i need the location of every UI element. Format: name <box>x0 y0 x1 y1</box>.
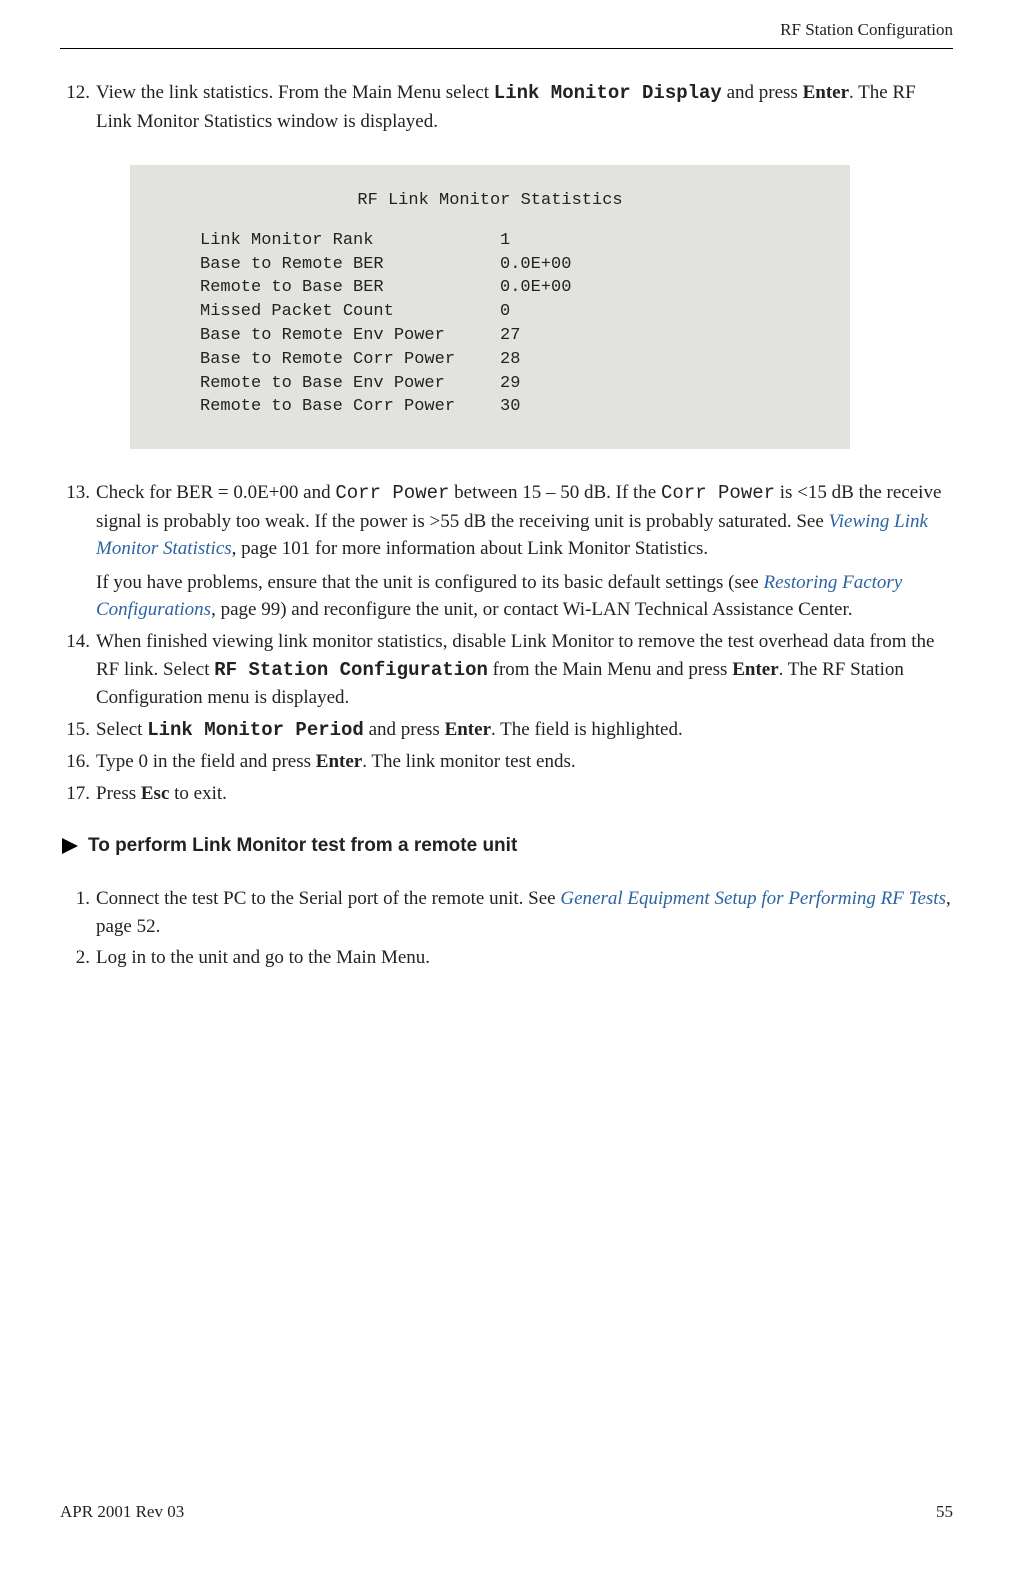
step-body: View the link statistics. From the Main … <box>96 79 953 135</box>
code-label: Remote to Base Corr Power <box>200 395 500 419</box>
code-value: 29 <box>500 372 520 396</box>
code-value: 0.0E+00 <box>500 276 571 300</box>
step-2b: 2. Log in to the unit and go to the Main… <box>60 944 953 972</box>
sub-paragraph: If you have problems, ensure that the un… <box>96 569 953 624</box>
step-13: 13. Check for BER = 0.0E+00 and Corr Pow… <box>60 479 953 624</box>
footer-right: 55 <box>936 1502 953 1522</box>
code-row: Missed Packet Count0 <box>130 300 850 324</box>
mono-text: Corr Power <box>661 482 775 504</box>
code-title: RF Link Monitor Statistics <box>130 189 850 213</box>
text: Press <box>96 783 141 804</box>
bold-text: Enter <box>732 659 778 680</box>
text: Select <box>96 719 147 740</box>
text: . The field is highlighted. <box>491 719 683 740</box>
code-label: Remote to Base Env Power <box>200 372 500 396</box>
text: to exit. <box>169 783 227 804</box>
text: . The link monitor test ends. <box>362 751 575 772</box>
text: from the Main Menu and press <box>488 659 732 680</box>
mono-text: Corr Power <box>335 482 449 504</box>
code-label: Remote to Base BER <box>200 276 500 300</box>
step-number: 17. <box>60 780 96 808</box>
bold-text: Enter <box>803 82 849 103</box>
mono-text: Link Monitor Period <box>147 719 364 741</box>
code-value: 27 <box>500 324 520 348</box>
mono-text: Link Monitor Display <box>494 82 722 104</box>
text: Check for BER = 0.0E+00 and <box>96 482 335 503</box>
step-1b: 1. Connect the test PC to the Serial por… <box>60 885 953 940</box>
step-body: Connect the test PC to the Serial port o… <box>96 885 953 940</box>
step-number: 13. <box>60 479 96 624</box>
step-12: 12. View the link statistics. From the M… <box>60 79 953 135</box>
step-17: 17. Press Esc to exit. <box>60 780 953 808</box>
step-15: 15. Select Link Monitor Period and press… <box>60 716 953 745</box>
code-row: Link Monitor Rank1 <box>130 229 850 253</box>
code-row: Base to Remote BER0.0E+00 <box>130 253 850 277</box>
mono-text: RF Station Configuration <box>214 659 488 681</box>
bold-text: Enter <box>445 719 491 740</box>
code-label: Base to Remote Env Power <box>200 324 500 348</box>
step-number: 15. <box>60 716 96 745</box>
step-number: 2. <box>60 944 96 972</box>
code-label: Base to Remote BER <box>200 253 500 277</box>
code-value: 0 <box>500 300 510 324</box>
footer-left: APR 2001 Rev 03 <box>60 1502 184 1522</box>
text: Connect the test PC to the Serial port o… <box>96 888 560 909</box>
step-14: 14. When finished viewing link monitor s… <box>60 628 953 712</box>
text: Type 0 in the field and press <box>96 751 316 772</box>
code-value: 28 <box>500 348 520 372</box>
page-header: RF Station Configuration <box>60 0 953 49</box>
step-number: 12. <box>60 79 96 135</box>
code-row: Remote to Base Env Power29 <box>130 372 850 396</box>
step-body: Check for BER = 0.0E+00 and Corr Power b… <box>96 479 953 624</box>
code-row: Remote to Base Corr Power30 <box>130 395 850 419</box>
text: If you have problems, ensure that the un… <box>96 572 763 593</box>
link-text[interactable]: General Equipment Setup for Performing R… <box>560 888 946 909</box>
step-16: 16. Type 0 in the field and press Enter.… <box>60 748 953 776</box>
text: and press <box>722 82 803 103</box>
step-body: Log in to the unit and go to the Main Me… <box>96 944 953 972</box>
bold-text: Enter <box>316 751 362 772</box>
procedure-heading: To perform Link Monitor test from a remo… <box>60 835 953 857</box>
code-value: 0.0E+00 <box>500 253 571 277</box>
text: and press <box>364 719 445 740</box>
text: View the link statistics. From the Main … <box>96 82 494 103</box>
step-number: 14. <box>60 628 96 712</box>
code-label: Missed Packet Count <box>200 300 500 324</box>
heading-text: To perform Link Monitor test from a remo… <box>88 835 517 857</box>
code-row: Remote to Base BER0.0E+00 <box>130 276 850 300</box>
code-block: RF Link Monitor Statistics Link Monitor … <box>130 165 850 449</box>
text: , page 99) and reconfigure the unit, or … <box>211 599 852 620</box>
step-body: Select Link Monitor Period and press Ent… <box>96 716 953 745</box>
text: , page 101 for more information about Li… <box>232 538 709 559</box>
text: between 15 – 50 dB. If the <box>449 482 661 503</box>
code-label: Link Monitor Rank <box>200 229 500 253</box>
code-value: 30 <box>500 395 520 419</box>
step-number: 16. <box>60 748 96 776</box>
step-body: Press Esc to exit. <box>96 780 953 808</box>
header-title: RF Station Configuration <box>780 20 953 39</box>
code-label: Base to Remote Corr Power <box>200 348 500 372</box>
code-row: Base to Remote Env Power27 <box>130 324 850 348</box>
page-footer: APR 2001 Rev 03 55 <box>60 1492 953 1522</box>
step-body: When finished viewing link monitor stati… <box>96 628 953 712</box>
code-row: Base to Remote Corr Power28 <box>130 348 850 372</box>
step-body: Type 0 in the field and press Enter. The… <box>96 748 953 776</box>
code-value: 1 <box>500 229 510 253</box>
bold-text: Esc <box>141 783 170 804</box>
arrow-right-icon <box>60 836 80 856</box>
text: Log in to the unit and go to the Main Me… <box>96 947 430 968</box>
step-number: 1. <box>60 885 96 940</box>
